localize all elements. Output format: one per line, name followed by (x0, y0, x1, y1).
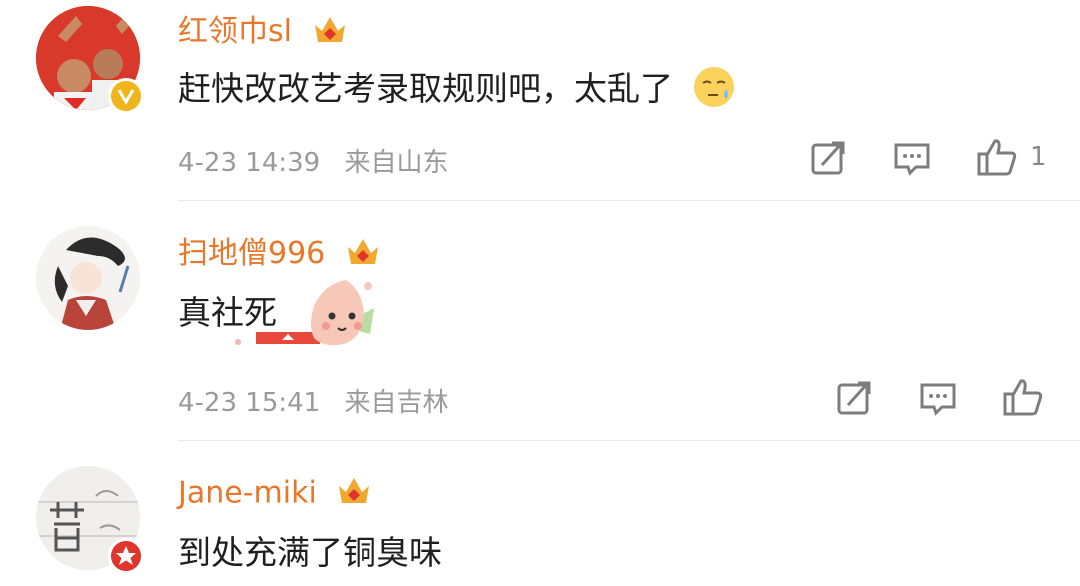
timestamp: 4-23 14:39 (178, 148, 321, 178)
comment-item: Jane-miki 到处充满了铜臭味 (0, 460, 1080, 586)
comment-text: 到处充满了铜臭味 (178, 526, 442, 574)
username[interactable]: 红领巾sl (178, 6, 348, 53)
location: 来自吉林 (344, 388, 449, 418)
verified-badge (108, 538, 144, 574)
repost-icon[interactable] (808, 138, 848, 178)
vip-crown-icon (336, 474, 372, 514)
divider (178, 200, 1080, 201)
like-icon[interactable] (976, 136, 1018, 176)
timestamp: 4-23 15:41 (178, 388, 321, 418)
username-text[interactable]: 红领巾sl (178, 14, 292, 49)
comment-meta: 4-23 14:39 来自山东 (178, 142, 448, 179)
vip-crown-icon (312, 13, 348, 53)
avatar[interactable] (36, 226, 140, 330)
comment-text-content: 赶快改改艺考录取规则吧，太乱了 (178, 69, 673, 108)
comment-icon[interactable] (918, 378, 958, 418)
peach-sticker (228, 268, 378, 358)
location: 来自山东 (344, 148, 449, 178)
comment-text: 赶快改改艺考录取规则吧，太乱了 (178, 62, 736, 117)
username-text[interactable]: 扫地僧996 (178, 236, 325, 271)
comment-item: 扫地僧996 真社死 4-23 15:41 来自吉林 (0, 220, 1080, 442)
comment-text-content: 到处充满了铜臭味 (178, 533, 442, 572)
verified-badge (108, 78, 144, 114)
comment-meta: 4-23 15:41 来自吉林 (178, 382, 448, 419)
repost-icon[interactable] (834, 378, 874, 418)
comment-icon[interactable] (892, 138, 932, 178)
divider (178, 440, 1080, 441)
sweat-face-emoji (692, 65, 736, 117)
username[interactable]: Jane-miki (178, 474, 372, 514)
comment-item: 红领巾sl 赶快改改艺考录取规则吧，太乱了 4-23 14:39 来自山东 1 (0, 0, 1080, 200)
like-icon[interactable] (1002, 376, 1044, 416)
username-text[interactable]: Jane-miki (178, 476, 317, 511)
like-count: 1 (1030, 142, 1047, 172)
